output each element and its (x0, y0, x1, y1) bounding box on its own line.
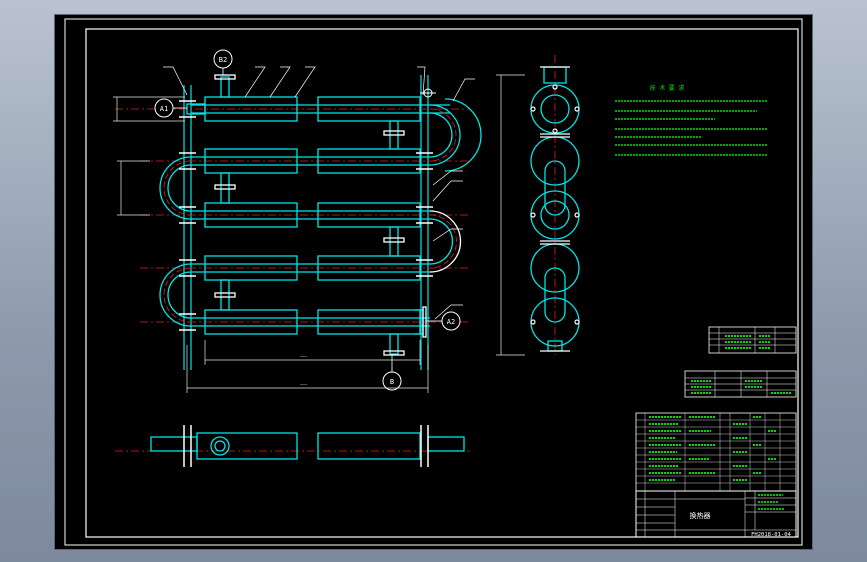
drawing-number: FH2018-01-04 (751, 532, 791, 538)
drawing-title: 换热器 (690, 511, 711, 520)
parts-list (635, 412, 797, 492)
technical-notes: 技 术 要 求 (615, 84, 767, 156)
u-bends (159, 98, 482, 327)
dimension-lines (113, 74, 525, 393)
svg-text:———: ——— (300, 382, 308, 387)
nozzle-label-b2: B2 (219, 56, 227, 64)
side-view (530, 55, 580, 355)
nozzle-balloons (154, 49, 461, 391)
bend-centerlines (163, 108, 457, 323)
nozzle-label-b1: B (390, 378, 394, 386)
dimension-text: ——— ——— (300, 354, 308, 387)
plan-view (150, 425, 465, 467)
outer-frame (64, 18, 803, 546)
front-view: ——— ——— (113, 49, 525, 452)
title-block: 换热器 FH2018-01-04 (635, 490, 797, 538)
drawing-canvas: ——— ——— 技 术 要 求 换热器 FH2018-01-04 A1 B2 A… (64, 18, 803, 546)
tube-rows (186, 96, 450, 335)
nozzle-label-a2: A2 (447, 318, 455, 326)
cad-viewport[interactable]: ——— ——— 技 术 要 求 换热器 FH2018-01-04 A1 B2 A… (54, 14, 813, 550)
design-data-table (684, 370, 797, 398)
nozzle-table (708, 326, 797, 354)
notes-lines (615, 100, 767, 156)
svg-text:———: ——— (300, 354, 308, 359)
nozzle-label-a1: A1 (160, 105, 168, 113)
notes-heading: 技 术 要 求 (650, 84, 685, 92)
